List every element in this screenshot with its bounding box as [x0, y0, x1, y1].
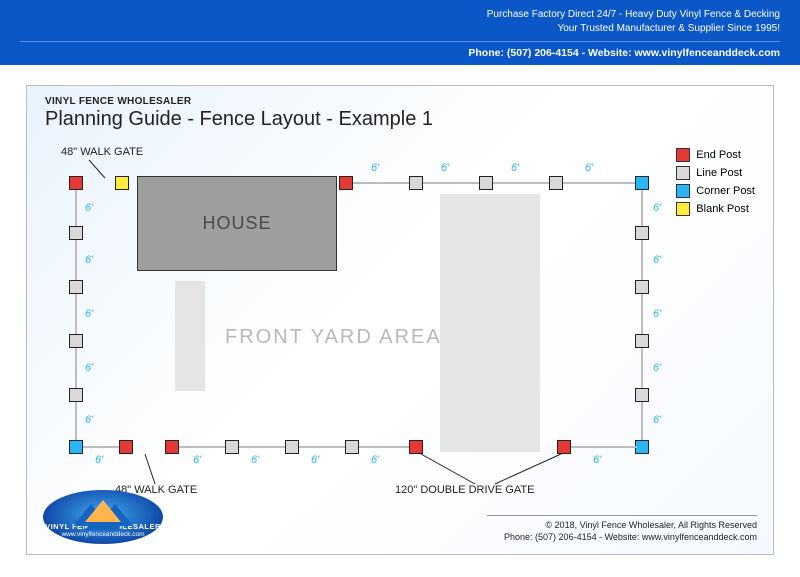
- legend-blank-post: Blank Post: [676, 202, 755, 216]
- line-post: [549, 176, 563, 190]
- line-post: [635, 280, 649, 294]
- page-title: Planning Guide - Fence Layout - Example …: [45, 108, 433, 131]
- fence-rail: [179, 446, 421, 448]
- end-post: [119, 440, 133, 454]
- fence-rail: [83, 446, 123, 448]
- brand-name: VINYL FENCE WHOLESALER: [45, 96, 191, 107]
- six-ft-label: 6': [85, 254, 93, 266]
- six-ft-label: 6': [85, 308, 93, 320]
- diagram-frame: VINYL FENCE WHOLESALER Planning Guide - …: [26, 85, 774, 555]
- line-post: [409, 176, 423, 190]
- six-ft-label: 6': [371, 454, 379, 466]
- header-contact: Phone: (507) 206-4154 - Website: www.vin…: [20, 46, 780, 61]
- line-post: [635, 226, 649, 240]
- six-ft-label: 6': [593, 454, 601, 466]
- six-ft-label: 6': [511, 162, 519, 174]
- legend: End Post Line Post Corner Post Blank Pos…: [676, 148, 755, 220]
- line-post: [69, 334, 83, 348]
- six-ft-label: 6': [193, 454, 201, 466]
- header-line-1: Purchase Factory Direct 24/7 - Heavy Dut…: [20, 8, 780, 22]
- house-block: HOUSE: [137, 176, 337, 271]
- footer-contact: Phone: (507) 206-4154 - Website: www.vin…: [487, 531, 757, 544]
- leader-lines: [415, 454, 575, 488]
- mountain-icon: [85, 500, 121, 522]
- yellow-square-icon: [676, 202, 690, 216]
- six-ft-label: 6': [85, 414, 93, 426]
- fence-rail: [571, 446, 637, 448]
- six-ft-label: 6': [653, 362, 661, 374]
- footer: © 2018, Vinyl Fence Wholesaler, All Righ…: [487, 515, 757, 544]
- line-post: [479, 176, 493, 190]
- line-post: [345, 440, 359, 454]
- corner-post: [635, 176, 649, 190]
- driveway-block: [440, 194, 540, 452]
- six-ft-label: 6': [653, 414, 661, 426]
- front-yard-label: FRONT YARD AREA: [225, 326, 442, 349]
- line-post: [69, 388, 83, 402]
- six-ft-label: 6': [371, 162, 379, 174]
- header-line-2: Your Trusted Manufacturer & Supplier Sin…: [20, 22, 780, 36]
- six-ft-label: 6': [311, 454, 319, 466]
- legend-end-post: End Post: [676, 148, 755, 162]
- leader-line: [137, 454, 167, 486]
- footer-divider: [487, 515, 757, 516]
- porch-block: [175, 281, 205, 391]
- blue-square-icon: [676, 184, 690, 198]
- six-ft-label: 6': [95, 454, 103, 466]
- end-post: [165, 440, 179, 454]
- company-logo: VINYL FENCE WHOLESALER www.vinylfenceand…: [43, 490, 163, 544]
- gray-square-icon: [676, 166, 690, 180]
- six-ft-label: 6': [585, 162, 593, 174]
- six-ft-label: 6': [653, 308, 661, 320]
- six-ft-label: 6': [441, 162, 449, 174]
- copyright: © 2018, Vinyl Fence Wholesaler, All Righ…: [487, 519, 757, 532]
- line-post: [635, 388, 649, 402]
- top-header: Purchase Factory Direct 24/7 - Heavy Dut…: [0, 0, 800, 65]
- six-ft-label: 6': [85, 202, 93, 214]
- walk-gate-top-label: 48" WALK GATE: [61, 146, 143, 158]
- corner-post: [635, 440, 649, 454]
- line-post: [635, 334, 649, 348]
- fence-diagram: HOUSE FRONT YARD AREA 48" WALK GATE 6' 6…: [75, 176, 675, 496]
- line-post: [69, 226, 83, 240]
- six-ft-label: 6': [251, 454, 259, 466]
- six-ft-label: 6': [85, 362, 93, 374]
- red-square-icon: [676, 148, 690, 162]
- end-post: [557, 440, 571, 454]
- end-post: [339, 176, 353, 190]
- end-post: [409, 440, 423, 454]
- six-ft-label: 6': [653, 254, 661, 266]
- six-ft-label: 6': [653, 202, 661, 214]
- legend-line-post: Line Post: [676, 166, 755, 180]
- leader-line: [81, 160, 121, 180]
- legend-corner-post: Corner Post: [676, 184, 755, 198]
- corner-post: [69, 440, 83, 454]
- line-post: [225, 440, 239, 454]
- fence-rail: [353, 182, 645, 184]
- line-post: [69, 280, 83, 294]
- header-divider: [20, 41, 780, 42]
- line-post: [285, 440, 299, 454]
